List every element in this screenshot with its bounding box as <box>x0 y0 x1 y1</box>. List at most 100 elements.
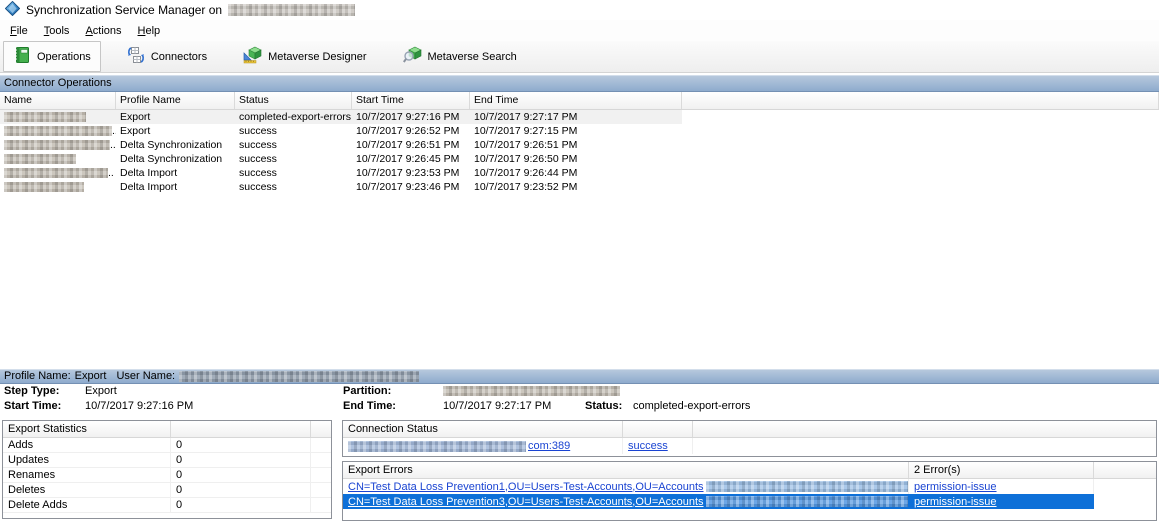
metaverse-designer-button-label: Metaverse Designer <box>268 51 366 63</box>
export-errors-count: 2 Error(s) <box>909 462 1094 478</box>
end-time-cell: 10/7/2017 9:26:44 PM <box>470 166 682 180</box>
profile-name-cell: Delta Import <box>116 166 235 180</box>
permission-issue-link[interactable]: permission-issue <box>914 496 997 508</box>
export-errors-header-label: Export Errors <box>343 462 909 478</box>
connector-operations-caption: Connector Operations <box>0 75 1159 92</box>
status-cell: success <box>235 138 352 152</box>
status-cell: success <box>235 180 352 194</box>
step-type-value: Export <box>85 385 117 397</box>
profile-name-cell: Delta Synchronization <box>116 152 235 166</box>
stat-value: 0 <box>171 438 311 452</box>
metaverse-designer-button[interactable]: Metaverse Designer <box>233 41 376 72</box>
step-type-label: Step Type: <box>4 385 59 397</box>
stat-row: Updates 0 <box>3 453 331 468</box>
menu-bar: File Tools Actions Help <box>0 20 1159 41</box>
column-header-status[interactable]: Status <box>235 92 352 109</box>
column-header-filler <box>682 92 1159 109</box>
redacted-dn-suffix <box>706 496 909 507</box>
status-label: Status: <box>585 400 622 412</box>
export-error-row[interactable]: CN=Test Data Loss Prevention1,OU=Users-T… <box>343 479 1156 494</box>
menu-actions[interactable]: Actions <box>77 22 129 40</box>
name-ellipsis: .. <box>110 139 116 151</box>
operation-row[interactable]: Delta Synchronization success 10/7/2017 … <box>0 152 1159 166</box>
name-ellipsis: .. <box>108 167 114 179</box>
error-dn-link[interactable]: CN=Test Data Loss Prevention1,OU=Users-T… <box>348 480 704 494</box>
stat-value: 0 <box>171 468 311 482</box>
status-cell: success <box>235 152 352 166</box>
stat-label: Updates <box>3 453 171 467</box>
end-time-cell: 10/7/2017 9:27:15 PM <box>470 124 682 138</box>
stat-row: Deletes 0 <box>3 483 331 498</box>
menu-file[interactable]: File <box>2 22 36 40</box>
stat-value: 0 <box>171 498 311 512</box>
end-time-cell: 10/7/2017 9:26:50 PM <box>470 152 682 166</box>
stat-label: Renames <box>3 468 171 482</box>
start-time-cell: 10/7/2017 9:23:53 PM <box>352 166 470 180</box>
column-header-end-time[interactable]: End Time <box>470 92 682 109</box>
export-statistics-panel: Export Statistics Adds 0 Updates 0 Renam… <box>2 420 332 519</box>
end-time-cell: 10/7/2017 9:26:51 PM <box>470 138 682 152</box>
redacted-connector-name <box>4 126 112 136</box>
stat-row: Delete Adds 0 <box>3 498 331 513</box>
partition-label: Partition: <box>343 385 391 397</box>
user-name-label: User Name: <box>116 370 175 383</box>
end-time-cell: 10/7/2017 9:23:52 PM <box>470 180 682 194</box>
stat-value: 0 <box>171 453 311 467</box>
connectors-button-label: Connectors <box>151 51 207 63</box>
start-time-cell: 10/7/2017 9:27:16 PM <box>352 110 470 124</box>
export-statistics-header-label: Export Statistics <box>3 421 171 437</box>
stat-label: Delete Adds <box>3 498 171 512</box>
column-header-name[interactable]: Name <box>0 92 116 109</box>
metaverse-designer-icon <box>243 46 262 67</box>
run-detail-summary: Step Type: Export Partition: Start Time:… <box>0 384 1159 416</box>
metaverse-search-icon <box>403 46 422 67</box>
connection-success-link[interactable]: success <box>628 440 668 452</box>
operation-row[interactable]: .. Delta Import success 10/7/2017 9:23:5… <box>0 166 1159 180</box>
stat-value: 0 <box>171 483 311 497</box>
redacted-partition <box>443 386 620 396</box>
export-errors-panel: Export Errors 2 Error(s) CN=Test Data Lo… <box>342 461 1157 521</box>
redacted-server-name <box>228 4 355 16</box>
operations-button[interactable]: Operations <box>3 41 101 72</box>
start-time-label: Start Time: <box>4 400 61 412</box>
column-header-profile-name[interactable]: Profile Name <box>116 92 235 109</box>
connection-status-panel: Connection Status com:389 success <box>342 420 1157 457</box>
operation-row[interactable]: .. Delta Synchronization success 10/7/20… <box>0 138 1159 152</box>
operation-row[interactable]: Delta Import success 10/7/2017 9:23:46 P… <box>0 180 1159 194</box>
end-time-value: 10/7/2017 9:27:17 PM <box>443 400 551 412</box>
export-error-row-selected[interactable]: CN=Test Data Loss Prevention3,OU=Users-T… <box>343 494 1156 509</box>
redacted-connector-name <box>4 168 108 178</box>
stat-row: Renames 0 <box>3 468 331 483</box>
profile-name-cell: Delta Synchronization <box>116 138 235 152</box>
stat-label: Adds <box>3 438 171 452</box>
metaverse-search-button[interactable]: Metaverse Search <box>393 41 527 72</box>
redacted-dn-suffix <box>706 481 909 492</box>
stat-row: Adds 0 <box>3 438 331 453</box>
sync-service-manager-window: Synchronization Service Manager on File … <box>0 0 1159 521</box>
stat-label: Deletes <box>3 483 171 497</box>
status-cell: success <box>235 166 352 180</box>
status-cell: success <box>235 124 352 138</box>
operation-row[interactable]: Export completed-export-errors 10/7/2017… <box>0 110 1159 124</box>
redacted-connector-name <box>4 154 76 164</box>
connection-status-header-label: Connection Status <box>343 421 623 437</box>
error-dn-link[interactable]: CN=Test Data Loss Prevention3,OU=Users-T… <box>348 495 704 509</box>
app-icon <box>5 1 20 19</box>
start-time-cell: 10/7/2017 9:26:51 PM <box>352 138 470 152</box>
status-value: completed-export-errors <box>633 400 750 412</box>
connectors-button[interactable]: Connectors <box>117 41 217 72</box>
operations-table-header: Name Profile Name Status Start Time End … <box>0 92 1159 110</box>
operation-row[interactable]: .. Export success 10/7/2017 9:26:52 PM 1… <box>0 124 1159 138</box>
redacted-connector-name <box>4 182 84 192</box>
permission-issue-link[interactable]: permission-issue <box>914 481 997 493</box>
server-endpoint-link[interactable]: com:389 <box>528 439 570 454</box>
menu-help[interactable]: Help <box>130 22 169 40</box>
connector-operations-caption-label: Connector Operations <box>4 77 112 89</box>
menu-tools[interactable]: Tools <box>36 22 78 40</box>
operations-icon <box>13 46 31 67</box>
operations-button-label: Operations <box>37 51 91 63</box>
export-errors-header: Export Errors 2 Error(s) <box>343 462 1156 479</box>
profile-name-cell: Export <box>116 110 235 124</box>
column-header-start-time[interactable]: Start Time <box>352 92 470 109</box>
redacted-connector-name <box>4 140 110 150</box>
